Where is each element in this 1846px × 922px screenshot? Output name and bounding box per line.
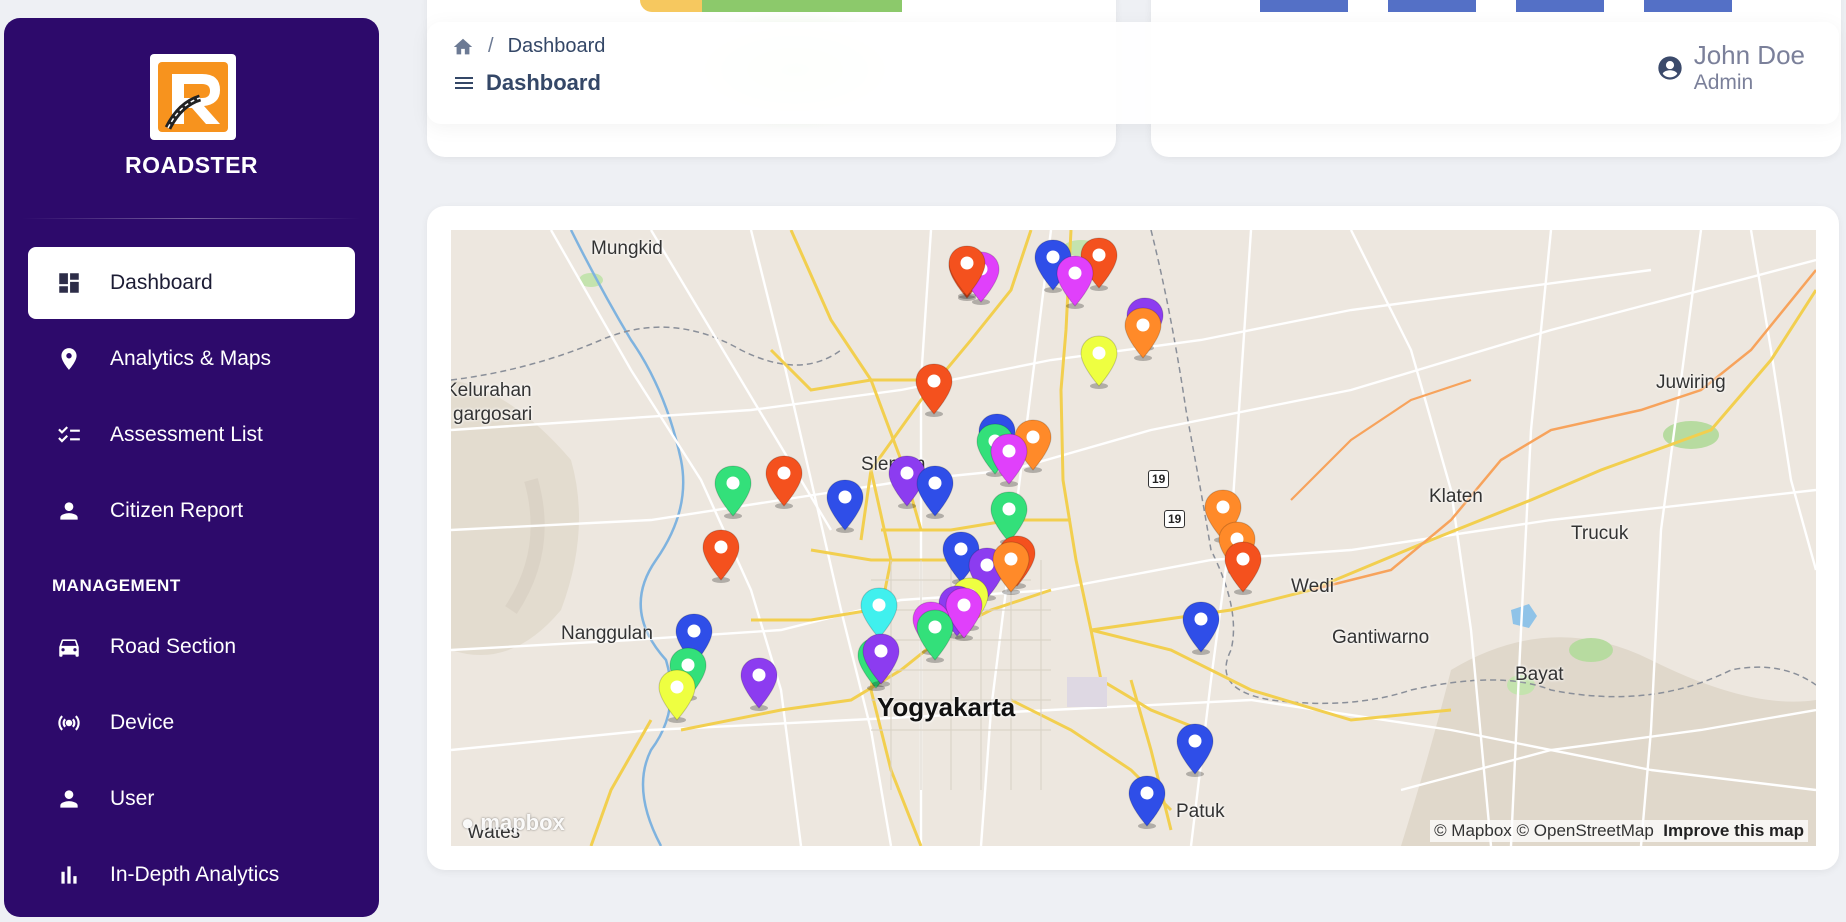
top-navbar: / Dashboard Dashboard John Doe Admin bbox=[427, 22, 1839, 124]
map-marker-red[interactable] bbox=[699, 528, 743, 584]
location-pin-icon bbox=[56, 346, 82, 372]
map-pin-icon bbox=[1080, 335, 1118, 389]
map-marker-yellow[interactable] bbox=[655, 668, 699, 724]
map-pin-icon bbox=[702, 529, 740, 583]
person-icon bbox=[56, 786, 82, 812]
map-pin-icon bbox=[1124, 307, 1162, 361]
map-marker-blue[interactable] bbox=[1179, 600, 1223, 656]
map-marker-orange[interactable] bbox=[1121, 306, 1165, 362]
sidebar-item-label: Dashboard bbox=[110, 271, 213, 294]
place-label: Patuk bbox=[1176, 801, 1225, 822]
place-label: Mungkid bbox=[591, 238, 663, 259]
map-pin-icon bbox=[948, 245, 986, 299]
user-role: Admin bbox=[1693, 71, 1754, 94]
sidebar-item-road-section[interactable]: Road Section bbox=[28, 611, 355, 683]
brand-name: ROADSTER bbox=[124, 152, 259, 178]
map-pin-icon bbox=[740, 657, 778, 711]
map-pin-icon bbox=[658, 669, 696, 723]
sidebar-item-label: User bbox=[110, 787, 155, 810]
place-label: Bayat bbox=[1515, 664, 1564, 685]
place-label: Trucuk bbox=[1571, 523, 1629, 544]
map-marker-red[interactable] bbox=[762, 454, 806, 510]
page-title: Dashboard bbox=[486, 70, 601, 95]
road-map[interactable]: Mungkid Kelurahan gargosari Sleman Nangg… bbox=[451, 230, 1816, 846]
sidebar-item-label: In-Depth Analytics bbox=[110, 863, 280, 886]
broadcast-icon bbox=[56, 710, 82, 736]
map-pin-icon bbox=[916, 465, 954, 519]
map-marker-orange[interactable] bbox=[989, 540, 1033, 596]
breadcrumb: / Dashboard bbox=[452, 35, 605, 58]
map-pin-icon bbox=[1182, 601, 1220, 655]
user-name: John Doe bbox=[1693, 40, 1805, 70]
map-marker-blue[interactable] bbox=[823, 478, 867, 534]
place-label: Juwiring bbox=[1656, 372, 1726, 393]
sidebar: ROADSTER Dashboard Analytics & Maps Asse… bbox=[4, 18, 379, 917]
sidebar-item-analytics-maps[interactable]: Analytics & Maps bbox=[28, 323, 355, 395]
map-marker-blue[interactable] bbox=[1173, 722, 1217, 778]
map-pin-icon bbox=[1056, 255, 1094, 309]
map-marker-purple[interactable] bbox=[859, 632, 903, 688]
map-pin-icon bbox=[862, 633, 900, 687]
sidebar-item-dashboard[interactable]: Dashboard bbox=[28, 247, 355, 319]
sidebar-item-label: Device bbox=[110, 711, 175, 734]
sidebar-item-citizen-report[interactable]: Citizen Report bbox=[28, 475, 355, 547]
sidebar-item-assessment-list[interactable]: Assessment List bbox=[28, 399, 355, 471]
checklist-icon bbox=[56, 422, 82, 448]
map-marker-green[interactable] bbox=[711, 464, 755, 520]
map-marker-blue[interactable] bbox=[1125, 774, 1169, 830]
map-marker-yellow[interactable] bbox=[1077, 334, 1121, 390]
home-icon[interactable] bbox=[452, 36, 474, 58]
map-pin-icon bbox=[1224, 541, 1262, 595]
improve-map-link[interactable]: Improve this map bbox=[1663, 821, 1804, 840]
sidebar-item-in-depth-analytics[interactable]: In-Depth Analytics bbox=[28, 839, 355, 911]
user-menu[interactable]: John Doe Admin bbox=[1656, 40, 1805, 95]
map-marker-magenta[interactable] bbox=[1053, 254, 1097, 310]
sidebar-item-label: Assessment List bbox=[110, 423, 263, 446]
bar-chart-peek bbox=[1260, 0, 1846, 12]
map-marker-red[interactable] bbox=[945, 244, 989, 300]
account-circle-icon bbox=[1656, 40, 1684, 82]
map-marker-purple[interactable] bbox=[737, 656, 781, 712]
menu-icon[interactable] bbox=[452, 71, 476, 95]
road-shield: 19 bbox=[1148, 470, 1170, 488]
roadster-logo bbox=[150, 54, 236, 140]
map-pin-icon bbox=[714, 465, 752, 519]
sidebar-item-label: Citizen Report bbox=[110, 499, 244, 522]
sidebar-item-label: Analytics & Maps bbox=[110, 347, 272, 370]
place-label: Klaten bbox=[1429, 486, 1483, 507]
breadcrumb-current: Dashboard bbox=[507, 35, 606, 57]
map-marker-red[interactable] bbox=[912, 362, 956, 418]
sidebar-item-user[interactable]: User bbox=[28, 763, 355, 835]
map-pin-icon bbox=[1176, 723, 1214, 777]
map-attribution: © Mapbox © OpenStreetMap Improve this ma… bbox=[1430, 820, 1808, 842]
place-label: gargosari bbox=[453, 404, 533, 425]
dashboard-icon bbox=[56, 270, 82, 296]
bar-chart-icon bbox=[56, 862, 82, 888]
place-label: Nanggulan bbox=[561, 623, 653, 644]
map-pin-icon bbox=[992, 541, 1030, 595]
map-pin-icon bbox=[1128, 775, 1166, 829]
place-label: Kelurahan bbox=[451, 380, 532, 401]
mapbox-logo[interactable]: ● mapbox bbox=[461, 810, 565, 836]
person-icon bbox=[56, 498, 82, 524]
map-marker-red[interactable] bbox=[1221, 540, 1265, 596]
sidebar-item-device[interactable]: Device bbox=[28, 687, 355, 759]
map-pin-icon bbox=[990, 433, 1028, 487]
map-marker-green[interactable] bbox=[913, 608, 957, 664]
section-title-management: MANAGEMENT bbox=[52, 576, 181, 595]
car-icon bbox=[56, 634, 82, 660]
map-pin-icon bbox=[826, 479, 864, 533]
road-shield: 19 bbox=[1164, 510, 1186, 528]
map-marker-magenta[interactable] bbox=[987, 432, 1031, 488]
place-label: Wedi bbox=[1291, 576, 1334, 597]
map-pin-icon bbox=[765, 455, 803, 509]
mapbox-logo-icon: ● bbox=[461, 810, 475, 835]
place-label: Gantiwarno bbox=[1332, 627, 1430, 648]
map-pin-icon bbox=[915, 363, 953, 417]
sidebar-item-label: Road Section bbox=[110, 635, 237, 658]
map-pin-icon bbox=[916, 609, 954, 663]
map-marker-blue[interactable] bbox=[913, 464, 957, 520]
place-label-city: Yogyakarta bbox=[877, 692, 1016, 722]
